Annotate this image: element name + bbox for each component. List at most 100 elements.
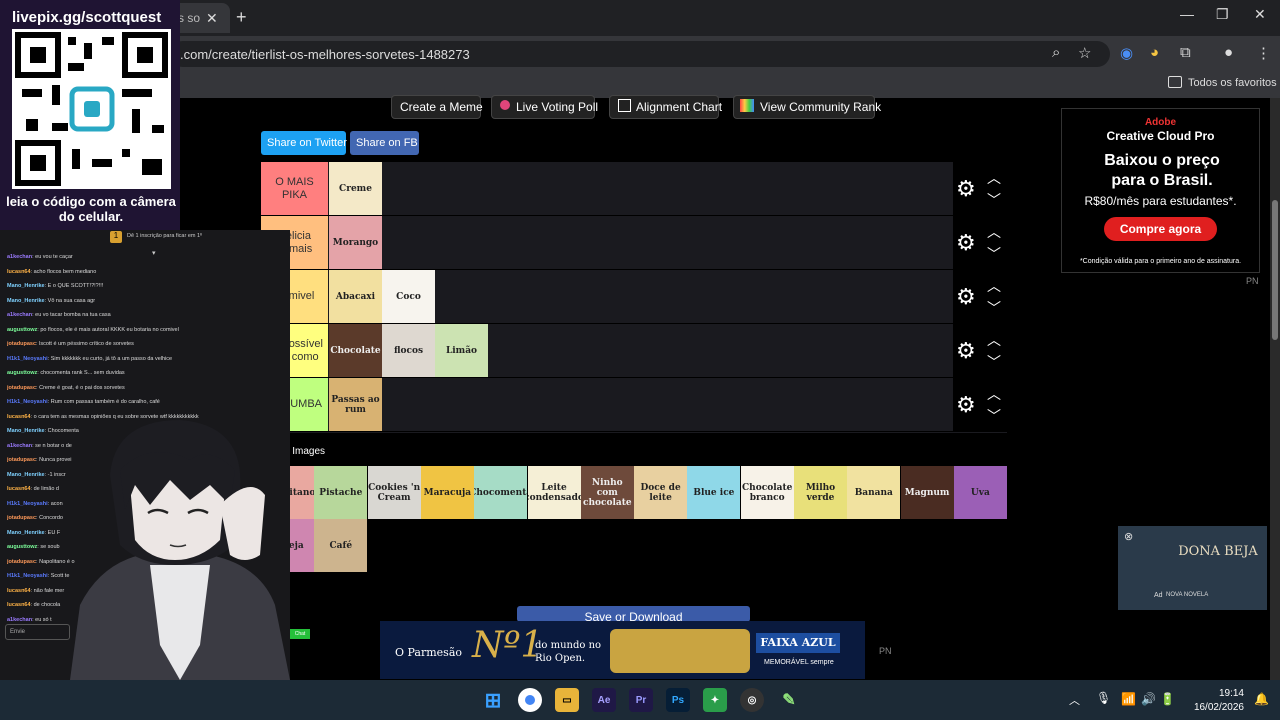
gear-icon[interactable]: ⚙ [956,176,976,202]
ice-cream-item[interactable]: Blue ice [687,466,741,519]
ice-cream-item[interactable]: Maracuja [420,466,474,519]
windows-start-icon[interactable]: ⊞ [481,688,505,712]
ice-cream-item[interactable]: Cookies 'n Cream [367,466,421,519]
chat-username[interactable]: Mano_Henrike [7,283,45,289]
profile-avatar-icon[interactable]: ● [1224,44,1233,61]
ice-cream-item[interactable]: Morango [329,216,382,269]
community-rank-button[interactable]: View Community Rank [733,95,881,119]
chat-username[interactable]: H1k1_Neoyashi [7,501,48,507]
green-app-icon[interactable]: ✦ [703,688,727,712]
extensions-puzzle-icon[interactable]: ⧉ [1180,44,1191,61]
ice-cream-item[interactable]: Chocomenta [474,466,528,519]
chat-username[interactable]: lucasn64 [7,602,31,608]
chat-username[interactable]: lucasn64 [7,414,31,420]
move-down-icon[interactable]: ﹀ [987,190,1001,210]
close-tab-icon[interactable]: ✕ [206,10,218,27]
share-fb-button[interactable]: Share on FB [350,131,419,155]
chat-username[interactable]: lucasn64 [7,588,31,594]
qr-code[interactable] [12,29,171,189]
gear-icon[interactable]: ⚙ [956,284,976,310]
close-ad-icon[interactable]: ⊗ [1124,530,1133,543]
chat-username[interactable]: jotadupasc [7,341,36,347]
wifi-icon[interactable]: 📶 [1121,692,1136,706]
chrome-icon[interactable] [518,688,542,712]
chat-username[interactable]: H1k1_Neoyashi [7,356,48,362]
premiere-icon[interactable]: Pr [629,688,653,712]
volume-icon[interactable]: 🔊 [1141,692,1156,706]
ice-cream-item[interactable]: Milho verde [794,466,847,519]
search-icon[interactable]: ⌕ [1052,44,1060,61]
chat-username[interactable]: H1k1_Neoyashi [7,399,48,405]
close-window-icon[interactable]: ✕ [1254,6,1266,23]
ice-cream-item[interactable]: Café [314,519,368,572]
address-bar[interactable]: .com/create/tierlist-os-melhores-sorvete… [170,41,1110,67]
move-down-icon[interactable]: ﹀ [987,352,1001,372]
microphone-icon[interactable]: 🎙 [1096,691,1111,705]
file-explorer-icon[interactable]: ▭ [555,688,579,712]
new-tab-icon[interactable]: + [236,7,247,28]
chat-username[interactable]: jotadupasc [7,385,36,391]
chat-username[interactable]: H1k1_Neoyashi [7,573,48,579]
ice-cream-item[interactable]: Pistache [314,466,368,519]
chat-username[interactable]: a1kechan [7,312,32,318]
chat-username[interactable]: lucasn64 [7,269,31,275]
ice-cream-item[interactable]: Banana [847,466,901,519]
ad-cta-button[interactable]: Compre agora [1104,217,1217,241]
move-up-icon[interactable]: ︿ [987,330,1001,350]
minimize-icon[interactable]: — [1180,6,1194,22]
ice-cream-item[interactable]: Limão [435,324,488,377]
move-up-icon[interactable]: ︿ [987,168,1001,188]
chat-username[interactable]: augusttowz [7,544,37,550]
chat-username[interactable]: jotadupasc [7,559,36,565]
chat-username[interactable]: jotadupasc [7,515,36,521]
ice-cream-item[interactable]: flocos [382,324,435,377]
pen-app-icon[interactable]: ✎ [777,688,801,712]
ice-cream-item[interactable]: Chocolate branco [740,466,794,519]
after-effects-icon[interactable]: Ae [592,688,616,712]
ice-cream-item[interactable]: Ninho com chocolate [580,466,634,519]
move-down-icon[interactable]: ﹀ [987,298,1001,318]
maximize-icon[interactable]: ❐ [1216,6,1229,23]
clock-time[interactable]: 19:14 [1216,688,1244,699]
chat-username[interactable]: a1kechan [7,443,32,449]
ice-cream-item[interactable]: Leite condensado [527,466,581,519]
move-up-icon[interactable]: ︿ [987,222,1001,242]
color-extension-icon[interactable]: ◕ [1150,44,1159,61]
ice-cream-item[interactable]: Chocolate [329,324,382,377]
ice-cream-item[interactable]: Abacaxi [329,270,382,323]
parmesan-ad[interactable]: O Parmesão Nº1 do mundo no Rio Open. FAI… [380,621,865,679]
ice-cream-item[interactable]: Magnum [900,466,954,519]
chat-username[interactable]: jotadupasc [7,457,36,463]
chat-username[interactable]: Mano_Henrike [7,298,45,304]
move-down-icon[interactable]: ﹀ [987,244,1001,264]
gear-icon[interactable]: ⚙ [956,230,976,256]
clock-date[interactable]: 16/02/2026 [1192,702,1244,713]
move-down-icon[interactable]: ﹀ [987,406,1001,426]
chat-username[interactable]: a1kechan [7,617,32,623]
gear-icon[interactable]: ⚙ [956,338,976,364]
chat-username[interactable]: Mano_Henrike [7,472,45,478]
save-download-button[interactable]: Save or Download [517,606,750,622]
ice-cream-item[interactable]: Uva [953,466,1007,519]
chat-username[interactable]: augusttowz [7,327,37,333]
chat-username[interactable]: Mano_Henrike [7,428,45,434]
move-up-icon[interactable]: ︿ [987,384,1001,404]
ice-cream-item[interactable]: Creme [329,162,382,215]
tray-chevron-icon[interactable]: ︿ [1069,692,1080,708]
all-bookmarks-link[interactable]: Todos os favoritos [1188,77,1277,89]
tv-ad[interactable]: ⊗ DONA BEJA Ad NOVA NOVELA [1118,526,1267,610]
scrollbar-thumb[interactable] [1272,200,1278,340]
notifications-icon[interactable]: 🔔 [1254,692,1269,706]
create-meme-button[interactable]: Create a Meme [391,95,483,119]
chat-username[interactable]: Mano_Henrike [7,530,45,536]
share-twitter-button[interactable]: Share on Twitter [261,131,347,155]
chat-username[interactable]: lucasn64 [7,486,31,492]
obs-icon[interactable]: ◎ [740,688,764,712]
gear-icon[interactable]: ⚙ [956,392,976,418]
photoshop-icon[interactable]: Ps [666,688,690,712]
menu-kebab-icon[interactable]: ⋮ [1256,44,1271,62]
bookmark-star-icon[interactable]: ☆ [1078,44,1091,62]
battery-icon[interactable]: 🔋 [1160,692,1175,706]
page-scrollbar[interactable] [1270,98,1280,680]
adobe-ad[interactable]: Adobe Creative Cloud Pro Baixou o preço … [1061,108,1260,273]
